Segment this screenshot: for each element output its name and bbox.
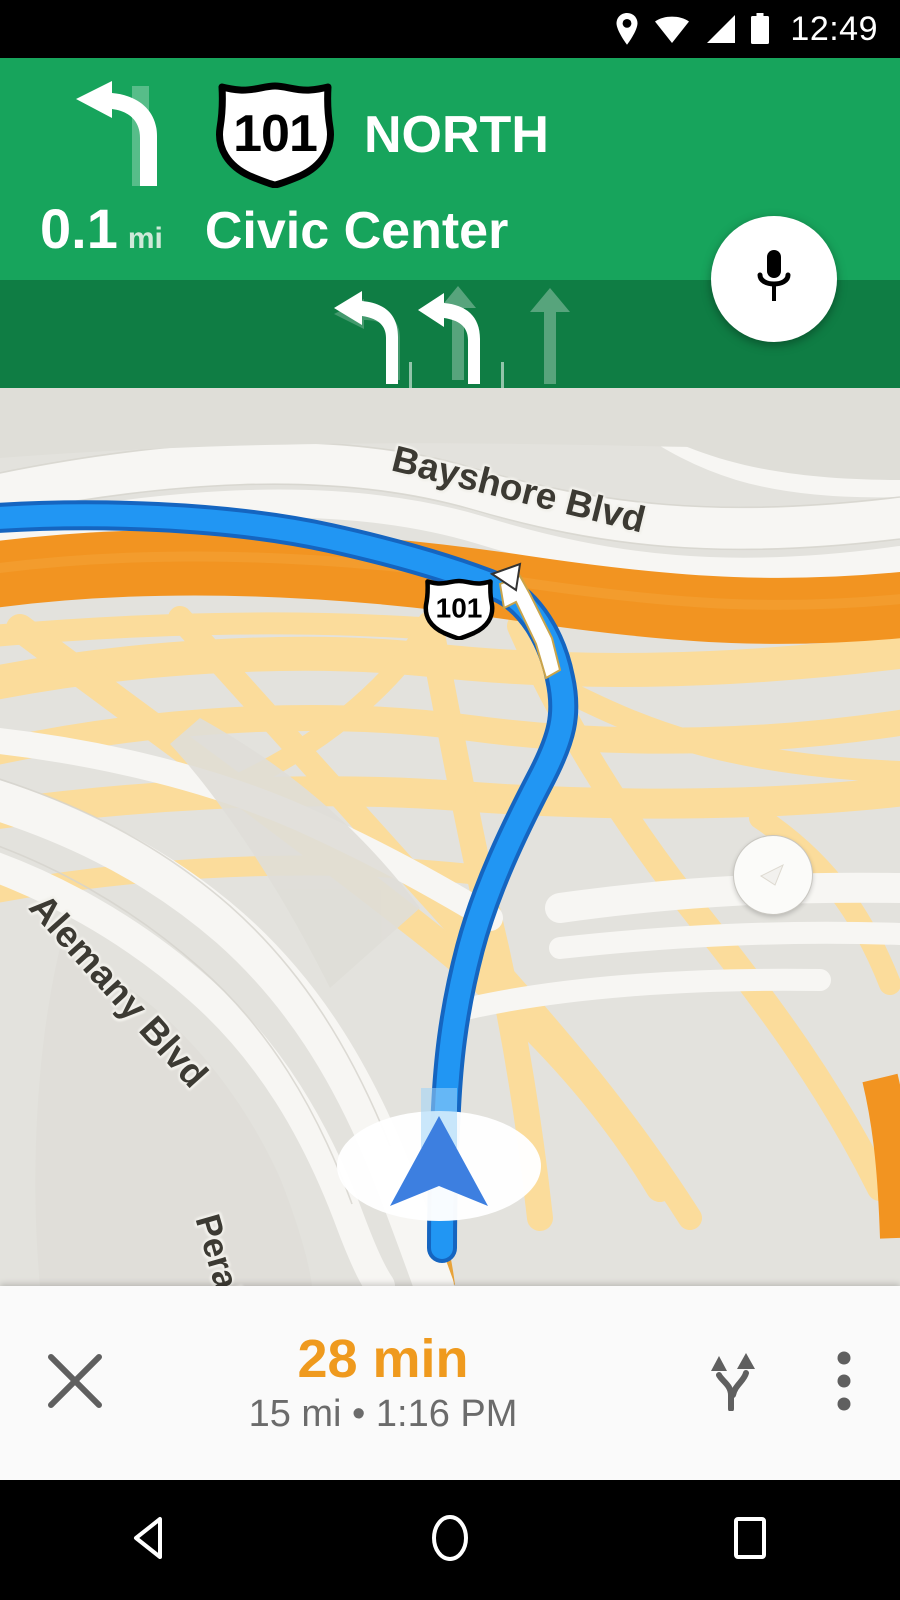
voice-command-button[interactable] [711, 216, 837, 342]
compass-needle-icon [749, 851, 797, 899]
fork-left-arrow-icon [52, 80, 182, 190]
android-recents-button[interactable] [650, 1480, 850, 1600]
android-navigation-bar [0, 1480, 900, 1600]
map-route-shield: 101 [420, 578, 498, 640]
back-triangle-icon [128, 1515, 172, 1566]
navigation-screen: 12:49 101 NORTH 0.1 mi Civic Center 101 … [0, 0, 900, 1600]
shield-route-number: 101 [233, 104, 318, 163]
android-back-button[interactable] [50, 1480, 250, 1600]
status-bar: 12:49 [0, 0, 900, 58]
overflow-menu-button[interactable] [788, 1286, 900, 1480]
home-circle-icon [428, 1513, 472, 1568]
android-home-button[interactable] [350, 1480, 550, 1600]
distance-unit: mi [127, 222, 163, 255]
lane-item [504, 280, 596, 388]
distance-street-row: 0.1 mi Civic Center [40, 196, 508, 268]
recents-square-icon [730, 1514, 770, 1567]
more-vertical-icon [837, 1351, 851, 1416]
lane-strip [320, 280, 596, 388]
route-direction-label: NORTH [364, 106, 549, 164]
close-x-icon [45, 1351, 105, 1416]
trip-bottom-sheet: 28 min 15 mi • 1:16 PM [0, 1286, 900, 1480]
compass-button[interactable] [733, 835, 813, 915]
route-alternatives-button[interactable] [676, 1286, 788, 1480]
status-bar-clock: 12:49 [790, 10, 878, 48]
eta-summary[interactable]: 28 min 15 mi • 1:16 PM [150, 1331, 676, 1436]
trip-duration: 28 min [297, 1328, 469, 1389]
wifi-icon [654, 14, 690, 44]
us-route-shield: 101 [210, 82, 340, 188]
route-destination-row: 101 NORTH [210, 80, 549, 190]
location-pin-icon [614, 12, 640, 46]
microphone-icon [752, 248, 796, 311]
trip-distance-arrival: 15 mi • 1:16 PM [248, 1393, 518, 1436]
map-canvas[interactable]: 101 Bayshore Blvd Alemany Blvd Peralta [0, 388, 900, 1286]
lane-item [320, 280, 412, 388]
lane-item [412, 280, 504, 388]
battery-icon [750, 13, 770, 45]
next-street-name: Civic Center [204, 202, 509, 260]
route-fork-icon [704, 1351, 760, 1416]
cell-signal-icon [704, 14, 736, 44]
map-shield-number: 101 [435, 592, 483, 624]
close-navigation-button[interactable] [0, 1286, 150, 1480]
distance-value: 0.1 [40, 197, 118, 260]
current-position-marker [336, 1088, 542, 1224]
